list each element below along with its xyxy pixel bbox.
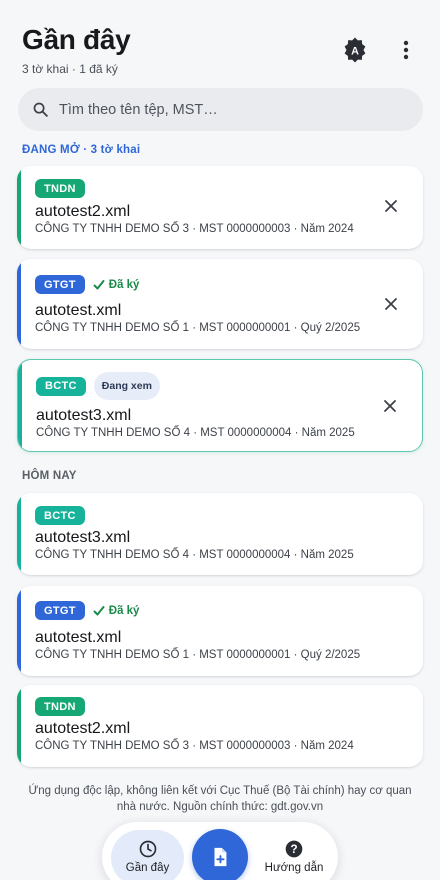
section-open-label: ĐANG MỞ · 3 tờ khai (22, 144, 141, 156)
close-icon (385, 200, 397, 212)
file-name: autotest.xml (35, 302, 122, 319)
nav-recent-tab[interactable]: Gần đây (111, 830, 184, 880)
close-file-button[interactable] (378, 394, 402, 418)
disclaimer-text: Ứng dụng độc lập, không liên kết với Cục… (28, 785, 412, 813)
signed-status: Đã ký (93, 278, 140, 291)
file-name: autotest2.xml (35, 203, 131, 220)
more-vertical-icon (403, 40, 409, 60)
font-a-icon: A (344, 37, 366, 63)
file-name: autotest.xml (35, 629, 122, 646)
viewing-badge: Đang xem (93, 372, 160, 400)
type-badge: GTGT (35, 601, 85, 620)
close-file-button[interactable] (379, 194, 403, 218)
file-name: autotest3.xml (35, 529, 131, 546)
app-header: Gần đây 3 tờ khai · 1 đã ký A (0, 0, 440, 86)
section-today-label: HÔM NAY (22, 470, 77, 482)
svg-text:A: A (351, 45, 359, 57)
file-meta: CÔNG TY TNHH DEMO SỐ 3 · MST 0000000003 … (35, 740, 354, 752)
open-file-card[interactable]: TNDN autotest2.xml CÔNG TY TNHH DEMO SỐ … (17, 166, 423, 249)
svg-text:?: ? (290, 843, 297, 856)
type-badge: TNDN (35, 179, 85, 198)
type-strip (17, 493, 21, 575)
type-badge: BCTC (36, 376, 86, 396)
file-name: autotest2.xml (35, 720, 131, 737)
nav-help-label: Hướng dẫn (264, 862, 324, 874)
file-name: autotest3.xml (36, 407, 132, 424)
check-icon (93, 605, 105, 615)
signed-label: Đã ký (108, 604, 140, 617)
type-strip (17, 586, 21, 676)
new-file-icon (214, 847, 227, 867)
signed-label: Đã ký (108, 278, 140, 291)
file-meta: CÔNG TY TNHH DEMO SỐ 1 · MST 0000000001 … (35, 322, 361, 334)
recent-file-card[interactable]: GTGT Đã ký autotest.xml CÔNG TY TNHH DEM… (17, 586, 423, 676)
recent-file-card[interactable]: TNDN autotest2.xml CÔNG TY TNHH DEMO SỐ … (17, 685, 423, 767)
close-file-button[interactable] (379, 292, 403, 316)
file-meta: CÔNG TY TNHH DEMO SỐ 4 · MST 0000000004 … (36, 427, 355, 439)
file-meta: CÔNG TY TNHH DEMO SỐ 1 · MST 0000000001 … (35, 649, 361, 661)
nav-recent-label: Gần đây (125, 862, 170, 874)
type-strip (17, 685, 21, 767)
help-icon: ? (285, 840, 303, 858)
page-subtitle: 3 tờ khai · 1 đã ký (22, 62, 118, 76)
more-menu-button[interactable] (391, 35, 421, 65)
type-badge: GTGT (35, 275, 85, 294)
open-file-card[interactable]: GTGT Đã ký autotest.xml CÔNG TY TNHH DEM… (17, 259, 423, 349)
file-meta: CÔNG TY TNHH DEMO SỐ 3 · MST 0000000003 … (35, 223, 354, 235)
type-strip (17, 166, 21, 249)
type-badge: TNDN (35, 697, 85, 716)
page-title: Gần đây (22, 24, 131, 55)
search-icon (33, 102, 48, 117)
recent-file-card[interactable]: BCTC autotest3.xml CÔNG TY TNHH DEMO SỐ … (17, 493, 423, 575)
type-strip (18, 360, 22, 451)
font-settings-button[interactable]: A (340, 35, 370, 65)
new-file-button[interactable] (192, 829, 248, 880)
check-icon (93, 279, 105, 289)
bottom-nav: Gần đây ? Hướng dẫn (102, 822, 338, 880)
search-bar[interactable] (18, 88, 423, 131)
open-file-card-active[interactable]: BCTC Đang xem autotest3.xml CÔNG TY TNHH… (17, 359, 423, 452)
type-badge: BCTC (35, 506, 85, 525)
file-meta: CÔNG TY TNHH DEMO SỐ 4 · MST 0000000004 … (35, 549, 354, 561)
type-strip (17, 259, 21, 349)
close-icon (384, 400, 396, 412)
nav-help-tab[interactable]: ? Hướng dẫn (258, 830, 330, 880)
search-input[interactable] (59, 101, 379, 118)
signed-status: Đã ký (93, 604, 140, 617)
close-icon (385, 298, 397, 310)
clock-icon (139, 840, 156, 858)
